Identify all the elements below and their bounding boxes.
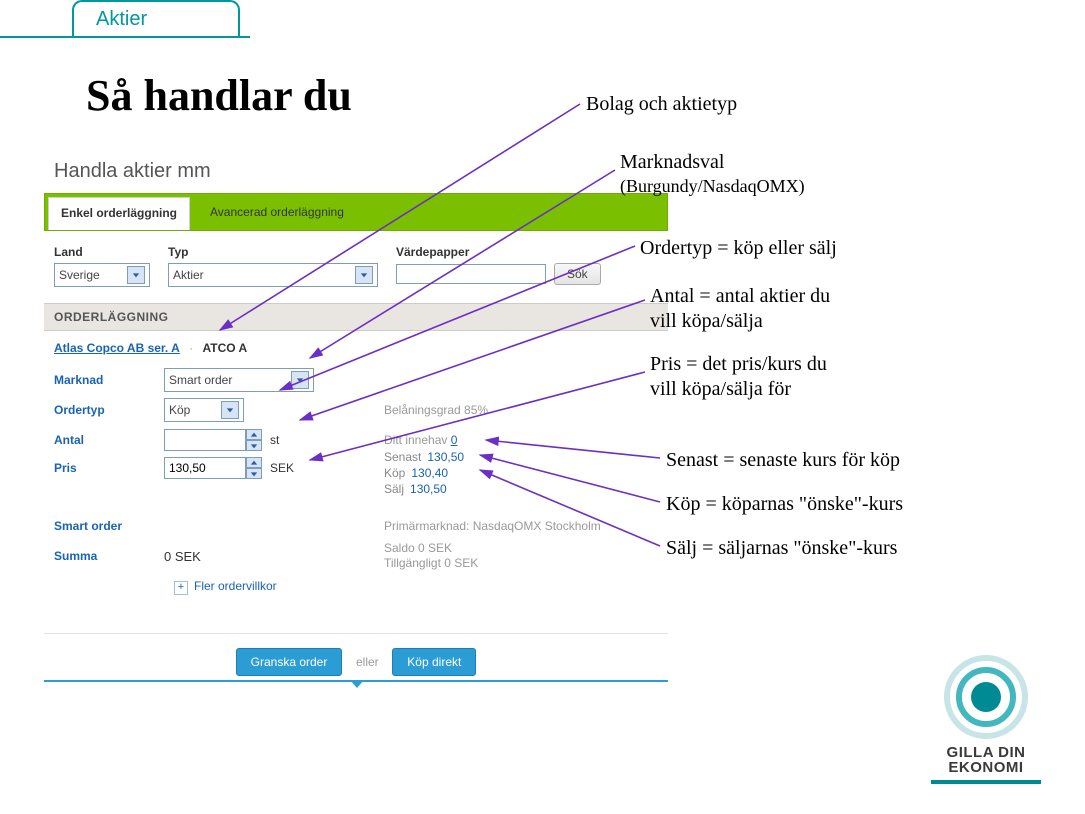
vardepapper-input[interactable] — [396, 264, 546, 284]
tab-aktier[interactable]: Aktier — [72, 0, 240, 36]
ordertyp-select[interactable]: Köp — [164, 398, 244, 422]
sok-button[interactable]: Sök — [554, 263, 601, 285]
pris-input[interactable] — [164, 457, 246, 479]
pris-unit: SEK — [270, 461, 294, 475]
pris-stepper[interactable] — [164, 457, 262, 479]
search-filters: Land Sverige Typ Aktier Värdepapper Sök — [44, 231, 668, 297]
chevron-up-icon[interactable] — [246, 429, 262, 440]
chevron-down-icon — [355, 266, 373, 284]
typ-label: Typ — [168, 245, 378, 259]
granska-order-button[interactable]: Granska order — [236, 648, 343, 676]
marknad-select[interactable]: Smart order — [164, 368, 314, 392]
logo-gilla-din-ekonomi: GILLA DIN EKONOMI — [931, 655, 1041, 785]
annotation-antal: Antal = antal aktier du vill köpa/sälja — [650, 284, 830, 334]
marknad-value: Smart order — [169, 373, 232, 387]
annotation-senast: Senast = senaste kurs för köp — [666, 448, 900, 473]
logo-line2: EKONOMI — [931, 760, 1041, 776]
tab-advanced-order[interactable]: Avancerad orderläggning — [198, 197, 356, 230]
trading-panel: Handla aktier mm Enkel orderläggning Ava… — [44, 160, 668, 682]
antal-input[interactable] — [164, 429, 246, 451]
senast-value: 130,50 — [427, 450, 464, 464]
page-title: Så handlar du — [86, 70, 352, 121]
header-tab-strip: Aktier — [0, 0, 250, 38]
smart-order-label: Smart order — [54, 519, 164, 533]
annotation-pris: Pris = det pris/kurs du vill köpa/sälja … — [650, 352, 827, 402]
logo-rings-icon — [944, 655, 1028, 739]
salj-value: 130,50 — [410, 482, 447, 496]
stock-ticker: ATCO A — [203, 341, 248, 355]
innehav-link[interactable]: 0 — [451, 433, 458, 447]
plus-icon: + — [174, 581, 188, 595]
belaning-text: Belåningsgrad 85% — [384, 403, 488, 417]
stock-name-link[interactable]: Atlas Copco AB ser. A — [54, 341, 180, 355]
action-separator: eller — [356, 655, 379, 669]
antal-unit: st — [270, 433, 279, 447]
marknad-label: Marknad — [54, 373, 164, 387]
land-value: Sverige — [59, 268, 100, 282]
order-mode-tabs: Enkel orderläggning Avancerad orderläggn… — [44, 193, 668, 231]
annotation-marknadsval: Marknadsval (Burgundy/NasdaqOMX) — [620, 150, 805, 198]
saldo-text: Saldo 0 SEK — [384, 541, 478, 556]
summa-label: Summa — [54, 549, 164, 563]
section-orderlaggning: ORDERLÄGGNING — [44, 303, 668, 331]
kop-value: 130,40 — [411, 466, 448, 480]
annotation-ordertyp: Ordertyp = köp eller sälj — [640, 236, 837, 261]
innehav-text: Ditt innehav 0 — [384, 433, 457, 447]
primarmarknad-text: Primärmarknad: NasdaqOMX Stockholm — [384, 519, 601, 533]
fler-ordervillkor-link[interactable]: +Fler ordervillkor — [174, 579, 658, 595]
land-select[interactable]: Sverige — [54, 263, 150, 287]
antal-stepper[interactable] — [164, 429, 262, 451]
antal-label: Antal — [54, 433, 164, 447]
action-bar: Granska order eller Köp direkt — [44, 633, 668, 682]
chevron-down-icon[interactable] — [246, 440, 262, 451]
annotation-bolag: Bolag och aktietyp — [586, 92, 737, 117]
chevron-down-icon — [291, 371, 309, 389]
pris-label: Pris — [54, 461, 164, 475]
annotation-kop: Köp = köparnas "önske"-kurs — [666, 492, 903, 517]
chevron-down-icon — [127, 266, 145, 284]
summa-value: 0 SEK — [164, 549, 344, 564]
typ-value: Aktier — [173, 268, 204, 282]
annotation-salj: Sälj = säljarnas "önske"-kurs — [666, 536, 897, 561]
tab-simple-order[interactable]: Enkel orderläggning — [48, 197, 190, 230]
chevron-down-icon[interactable] — [246, 468, 262, 479]
kop-direkt-button[interactable]: Köp direkt — [392, 648, 476, 676]
land-label: Land — [54, 245, 150, 259]
typ-select[interactable]: Aktier — [168, 263, 378, 287]
stock-line: Atlas Copco AB ser. A · ATCO A — [44, 341, 668, 365]
tillgangligt-text: Tillgängligt 0 SEK — [384, 556, 478, 571]
chevron-up-icon[interactable] — [246, 457, 262, 468]
ordertyp-value: Köp — [169, 403, 190, 417]
chevron-down-icon — [221, 401, 239, 419]
vardepapper-label: Värdepapper — [396, 245, 601, 259]
panel-header: Handla aktier mm — [54, 160, 668, 183]
logo-line1: GILLA DIN — [931, 745, 1041, 761]
ordertyp-label: Ordertyp — [54, 403, 164, 417]
notch-icon — [350, 680, 364, 688]
